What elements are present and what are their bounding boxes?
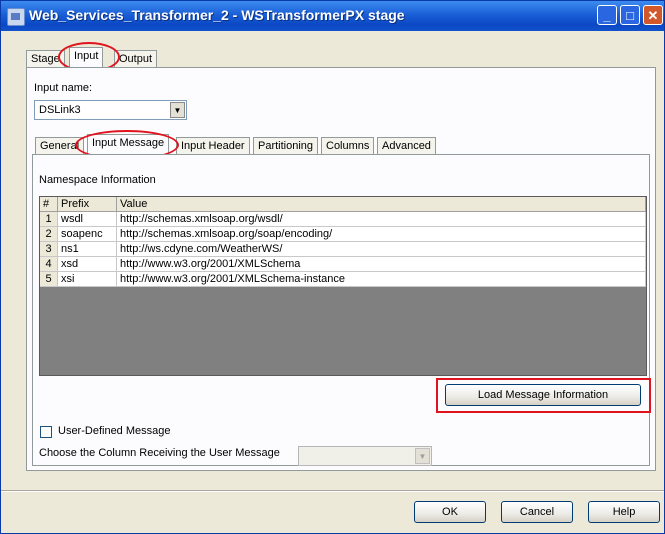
footer-divider (1, 490, 664, 492)
input-name-label: Input name: (34, 82, 93, 94)
maximize-button[interactable]: □ (620, 5, 640, 25)
column-header-value[interactable]: Value (117, 197, 646, 211)
tab-input-header[interactable]: Input Header (176, 137, 250, 154)
tab-advanced[interactable]: Advanced (377, 137, 436, 154)
user-defined-message-label: User-Defined Message (58, 425, 171, 437)
namespace-table[interactable]: # Prefix Value 1 wsdl http://schemas.xml… (39, 196, 647, 376)
help-button[interactable]: Help (588, 501, 660, 523)
user-defined-message-checkbox[interactable] (40, 426, 52, 438)
dialog-window: Web_Services_Transformer_2 - WSTransform… (0, 0, 665, 534)
column-header-prefix[interactable]: Prefix (58, 197, 117, 211)
table-row[interactable]: 3 ns1 http://ws.cdyne.com/WeatherWS/ (40, 242, 646, 257)
tab-output[interactable]: Output (114, 50, 158, 67)
minimize-icon: _ (603, 8, 611, 23)
close-button[interactable]: ✕ (643, 5, 663, 25)
column-receiving-label: Choose the Column Receiving the User Mes… (39, 447, 280, 459)
window-title: Web_Services_Transformer_2 - WSTransform… (29, 7, 405, 23)
cancel-button[interactable]: Cancel (501, 501, 573, 523)
column-receiving-select[interactable]: ▼ (298, 446, 432, 466)
chevron-down-icon[interactable]: ▼ (415, 448, 430, 464)
tab-partitioning[interactable]: Partitioning (253, 137, 319, 154)
close-icon: ✕ (647, 8, 659, 23)
app-icon (7, 8, 25, 26)
title-bar[interactable]: Web_Services_Transformer_2 - WSTransform… (1, 1, 664, 31)
table-row[interactable]: 4 xsd http://www.w3.org/2001/XMLSchema (40, 257, 646, 272)
table-row[interactable]: 1 wsdl http://schemas.xmlsoap.org/wsdl/ (40, 212, 646, 227)
minimize-button[interactable]: _ (597, 5, 617, 25)
namespace-heading: Namespace Information (39, 174, 156, 186)
table-header: # Prefix Value (40, 197, 646, 212)
tab-columns[interactable]: Columns (321, 137, 375, 154)
column-header-number[interactable]: # (40, 197, 58, 211)
maximize-icon: □ (626, 8, 634, 23)
input-name-select[interactable]: DSLink3 ▼ (34, 100, 187, 120)
load-message-information-button[interactable]: Load Message Information (445, 384, 641, 406)
ok-button[interactable]: OK (414, 501, 486, 523)
chevron-down-icon[interactable]: ▼ (170, 102, 185, 118)
table-row[interactable]: 5 xsi http://www.w3.org/2001/XMLSchema-i… (40, 272, 646, 287)
table-row[interactable]: 2 soapenc http://schemas.xmlsoap.org/soa… (40, 227, 646, 242)
input-name-value: DSLink3 (39, 104, 81, 116)
